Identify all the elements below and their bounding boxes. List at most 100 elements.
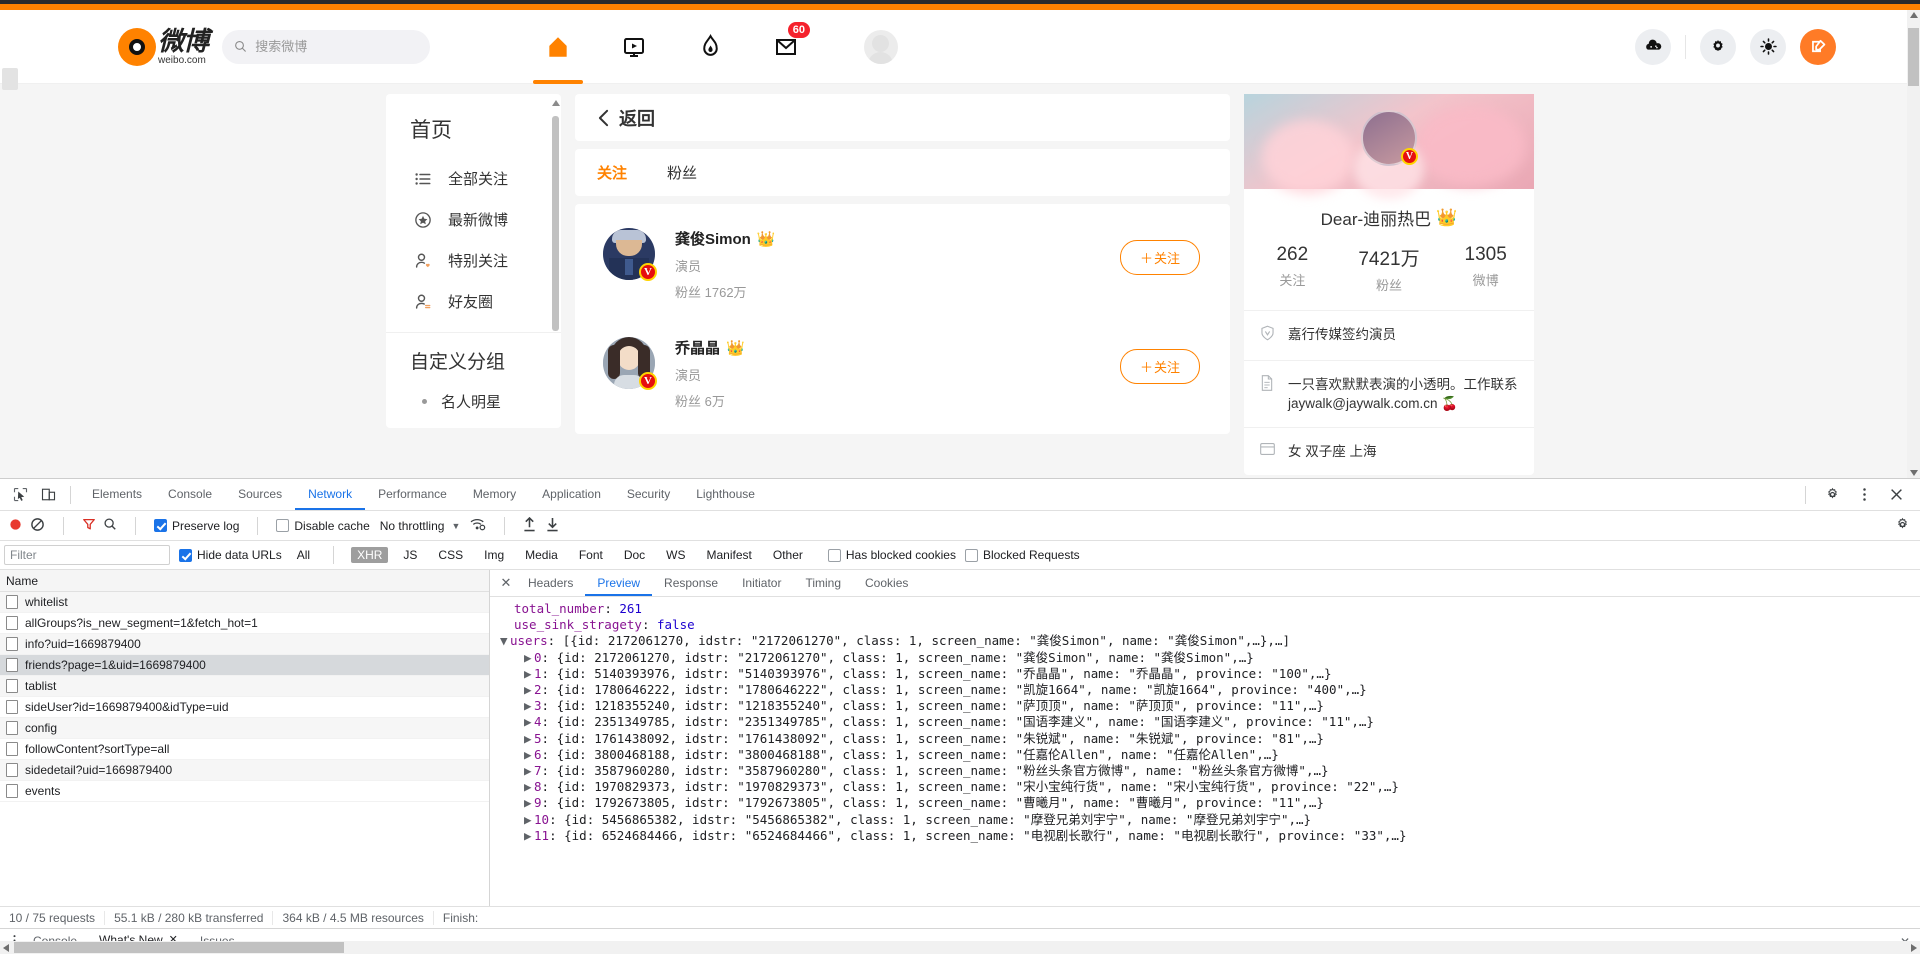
tab-preview[interactable]: Preview: [585, 570, 653, 596]
tab-memory[interactable]: Memory: [460, 479, 529, 510]
inspect-element-button[interactable]: [6, 481, 34, 509]
search-box[interactable]: [222, 29, 431, 64]
preserve-log-checkbox[interactable]: Preserve log: [154, 519, 239, 533]
chevron-right-icon[interactable]: ▶: [524, 731, 534, 747]
record-button[interactable]: [8, 517, 23, 535]
sidebar-group-item-celebrity[interactable]: 名人明星: [386, 382, 561, 420]
nav-messages[interactable]: 60: [748, 10, 824, 84]
chevron-right-icon[interactable]: ▶: [524, 828, 534, 844]
json-row[interactable]: ▶ 4: {id: 2351349785, idstr: "2351349785"…: [500, 714, 1920, 730]
chevron-right-icon[interactable]: ▶: [524, 714, 534, 730]
chevron-right-icon[interactable]: ▶: [524, 763, 534, 779]
stat-following[interactable]: 262 关注: [1244, 244, 1341, 294]
avatar[interactable]: V: [603, 337, 657, 390]
devtools-close-button[interactable]: [1882, 481, 1910, 509]
chevron-right-icon[interactable]: ▶: [524, 812, 534, 828]
back-button[interactable]: 返回: [575, 94, 1230, 141]
close-detail-button[interactable]: ✕: [496, 575, 516, 591]
theme-button[interactable]: [1750, 28, 1786, 65]
devtools-settings-button[interactable]: [1818, 481, 1846, 509]
filter-type-ws[interactable]: WS: [660, 547, 691, 563]
tab-headers[interactable]: Headers: [516, 570, 585, 596]
json-row[interactable]: ▶ 6: {id: 3800468188, idstr: "3800468188"…: [500, 747, 1920, 763]
avatar[interactable]: V: [603, 228, 657, 281]
search-toggle-button[interactable]: [103, 517, 117, 534]
table-row[interactable]: sidedetail?uid=1669879400: [0, 760, 489, 781]
stat-weibo[interactable]: 1305 微博: [1437, 244, 1534, 294]
json-row[interactable]: ▶ 5: {id: 1761438092, idstr: "1761438092"…: [500, 731, 1920, 747]
tab-network[interactable]: Network: [295, 479, 366, 510]
scrollbar-thumb[interactable]: [552, 116, 559, 331]
nav-home[interactable]: [520, 10, 596, 84]
filter-type-img[interactable]: Img: [478, 547, 510, 563]
stat-fans[interactable]: 7421万 粉丝: [1341, 244, 1438, 294]
chevron-down-icon[interactable]: ▼: [500, 633, 510, 649]
nav-video[interactable]: [596, 10, 672, 84]
sidebar-scrollbar[interactable]: [552, 100, 560, 396]
follow-button[interactable]: ＋ 关注: [1119, 349, 1200, 384]
has-blocked-cookies-checkbox[interactable]: Has blocked cookies: [827, 548, 956, 562]
tab-initiator[interactable]: Initiator: [730, 570, 793, 596]
filter-type-all[interactable]: All: [291, 547, 316, 563]
devtools-more-button[interactable]: [1850, 481, 1878, 509]
filter-type-css[interactable]: CSS: [432, 547, 469, 563]
filter-type-font[interactable]: Font: [573, 547, 609, 563]
table-row[interactable]: config: [0, 718, 489, 739]
game-button[interactable]: [1635, 28, 1671, 65]
tab-sources[interactable]: Sources: [225, 479, 295, 510]
table-row[interactable]: info?uid=1669879400: [0, 634, 489, 655]
weibo-logo[interactable]: 微博 weibo.com: [118, 27, 209, 66]
nav-hot[interactable]: [672, 10, 748, 84]
network-conditions-button[interactable]: [470, 517, 486, 534]
json-row[interactable]: ▼ users: [{id: 2172061270, idstr: "217206…: [500, 633, 1920, 649]
blocked-requests-checkbox[interactable]: Blocked Requests: [964, 548, 1080, 562]
json-row[interactable]: ▶ 7: {id: 3587960280, idstr: "3587960280"…: [500, 763, 1920, 779]
sidebar-item-special-follow[interactable]: 特别关注: [386, 240, 561, 281]
export-har-button[interactable]: [546, 517, 559, 535]
import-har-button[interactable]: [523, 516, 536, 535]
tab-application[interactable]: Application: [529, 479, 614, 510]
json-row[interactable]: ▶ 3: {id: 1218355240, idstr: "1218355240"…: [500, 698, 1920, 714]
tab-elements[interactable]: Elements: [79, 479, 155, 510]
avatar[interactable]: [864, 29, 899, 64]
filter-toggle-button[interactable]: [82, 517, 96, 534]
profile-avatar[interactable]: V: [1361, 110, 1418, 166]
chevron-down-icon[interactable]: [1910, 470, 1918, 476]
request-list-header[interactable]: Name: [0, 570, 489, 592]
json-row[interactable]: ▶ 9: {id: 1792673805, idstr: "1792673805"…: [500, 795, 1920, 811]
tab-console[interactable]: Console: [155, 479, 225, 510]
tab-response[interactable]: Response: [652, 570, 730, 596]
chevron-right-icon[interactable]: ▶: [524, 650, 534, 666]
horizontal-scrollbar[interactable]: [0, 941, 1920, 954]
table-row[interactable]: events: [0, 781, 489, 802]
scrollbar-thumb[interactable]: [1908, 28, 1919, 86]
sidebar-collapse-handle[interactable]: [2, 68, 18, 90]
chevron-right-icon[interactable]: [1911, 944, 1917, 952]
tab-security[interactable]: Security: [614, 479, 683, 510]
json-row[interactable]: ▶ 11: {id: 6524684466, idstr: "6524684466…: [500, 828, 1920, 844]
chevron-right-icon[interactable]: ▶: [524, 666, 534, 682]
json-row[interactable]: ▶ 0: {id: 2172061270, idstr: "2172061270"…: [500, 650, 1920, 666]
chevron-right-icon[interactable]: ▶: [524, 747, 534, 763]
filter-input[interactable]: [4, 545, 170, 565]
disable-cache-checkbox[interactable]: Disable cache: [276, 519, 370, 533]
device-toolbar-button[interactable]: [34, 481, 62, 509]
table-row[interactable]: friends?page=1&uid=1669879400: [0, 655, 489, 676]
chevron-right-icon[interactable]: ▶: [524, 682, 534, 698]
json-row[interactable]: ▶ 8: {id: 1970829373, idstr: "1970829373"…: [500, 779, 1920, 795]
clear-button[interactable]: [30, 517, 45, 535]
chevron-right-icon[interactable]: ▶: [524, 698, 534, 714]
tab-cookies[interactable]: Cookies: [853, 570, 920, 596]
chevron-right-icon[interactable]: ▶: [524, 795, 534, 811]
json-row[interactable]: ▶ 2: {id: 1780646222, idstr: "1780646222"…: [500, 682, 1920, 698]
chevron-right-icon[interactable]: ▶: [524, 779, 534, 795]
follow-button[interactable]: ＋ 关注: [1119, 240, 1200, 275]
table-row[interactable]: whitelist: [0, 592, 489, 613]
filter-type-js[interactable]: JS: [397, 547, 423, 563]
tab-fans[interactable]: 粉丝: [667, 162, 697, 183]
table-row[interactable]: followContent?sortType=all: [0, 739, 489, 760]
throttling-select[interactable]: No throttling ▼: [380, 519, 461, 533]
table-row[interactable]: sideUser?id=1669879400&idType=uid: [0, 697, 489, 718]
filter-type-manifest[interactable]: Manifest: [701, 547, 758, 563]
search-input[interactable]: [255, 39, 419, 54]
